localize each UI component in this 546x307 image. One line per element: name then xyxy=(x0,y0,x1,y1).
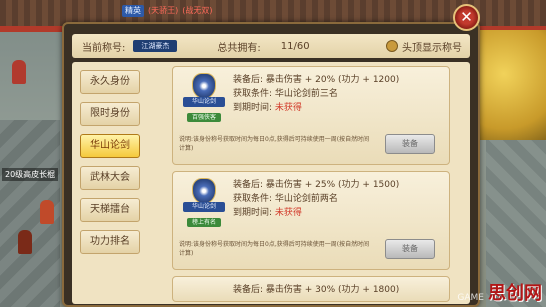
close-button[interactable]: ✕ xyxy=(453,4,480,31)
badge-sub: 榜上有名 xyxy=(187,218,221,227)
title-note: 说明:该身份称号获取时间为每日0点,获得后可持续使用一周(按自然时间计算) xyxy=(179,241,370,257)
title-fields: 装备后: 暴击伤害 + 30% (功力 + 1800) xyxy=(233,283,443,297)
equip-label: 装备后: xyxy=(233,285,264,295)
expire-label: 到期时间: xyxy=(233,103,273,113)
cond-value: 华山论剑前两名 xyxy=(274,194,338,204)
equip-button[interactable]: 装备 xyxy=(385,134,435,154)
toggle-checkbox-icon[interactable] xyxy=(386,40,398,52)
panel-header: 当前称号: 江湖豪杰 总共拥有: 11/60 头顶显示称号 xyxy=(72,34,470,58)
panel-content: 永久身份 限时身份 华山论剑 武林大会 天梯擂台 功力排名 华山论剑 百强侠客 … xyxy=(72,62,470,304)
title-panel: 当前称号: 江湖豪杰 总共拥有: 11/60 头顶显示称号 永久身份 限时身份 … xyxy=(62,22,480,307)
expire-label: 到期时间: xyxy=(233,208,273,218)
equip-label: 装备后: xyxy=(233,180,264,190)
expire-value: 未获得 xyxy=(274,208,302,218)
equip-value: 暴击伤害 + 25% (功力 + 1500) xyxy=(265,180,400,190)
title-fields: 装备后: 暴击伤害 + 25% (功力 + 1500) 获取条件: 华山论剑前两… xyxy=(233,178,443,220)
equip-value: 暴击伤害 + 30% (功力 + 1800) xyxy=(265,285,400,295)
title-fields: 装备后: 暴击伤害 + 20% (功力 + 1200) 获取条件: 华山论剑前三… xyxy=(233,73,443,115)
cond-label: 获取条件: xyxy=(233,194,273,204)
golden-tree xyxy=(476,30,546,140)
watermark-logo: 思创网 xyxy=(488,283,542,304)
tab-ladder[interactable]: 天梯擂台 xyxy=(80,198,140,222)
shield-icon xyxy=(192,73,216,99)
tab-wulin[interactable]: 武林大会 xyxy=(80,166,140,190)
equip-value: 暴击伤害 + 20% (功力 + 1200) xyxy=(265,75,400,85)
player-name-1: (天骄王) xyxy=(148,6,179,15)
shield-icon xyxy=(192,178,216,204)
npc-character[interactable] xyxy=(18,230,32,254)
total-label: 总共拥有: xyxy=(217,42,261,54)
show-title-toggle[interactable]: 头顶显示称号 xyxy=(386,39,462,54)
player-character[interactable] xyxy=(12,60,26,84)
title-count: 11/60 xyxy=(280,40,310,52)
tab-huashan[interactable]: 华山论剑 xyxy=(80,134,140,158)
expire-value: 未获得 xyxy=(274,103,302,113)
watermark-sub: GAME xyxy=(457,293,484,303)
close-icon: ✕ xyxy=(460,8,473,26)
title-card: 华山论剑 百强侠客 装备后: 暴击伤害 + 20% (功力 + 1200) 获取… xyxy=(172,66,450,165)
badge-sub: 百强侠客 xyxy=(187,113,221,122)
title-card: 华山论剑 榜上有名 装备后: 暴击伤害 + 25% (功力 + 1500) 获取… xyxy=(172,171,450,270)
current-title-badge: 江湖豪杰 xyxy=(133,40,178,52)
cond-label: 获取条件: xyxy=(233,89,273,99)
tab-limited[interactable]: 限时身份 xyxy=(80,102,140,126)
current-title-label: 当前称号: xyxy=(82,42,126,54)
cond-value: 华山论剑前三名 xyxy=(274,89,338,99)
badge-banner: 华山论剑 xyxy=(183,202,225,212)
player-tag: 精英 xyxy=(122,5,144,17)
equip-label: 装备后: xyxy=(233,75,264,85)
badge-banner: 华山论剑 xyxy=(183,97,225,107)
tab-power-rank[interactable]: 功力排名 xyxy=(80,230,140,254)
npc-character-2[interactable] xyxy=(40,200,54,224)
equip-button[interactable]: 装备 xyxy=(385,239,435,259)
title-badge-icon: 华山论剑 百强侠客 xyxy=(181,73,227,135)
tab-permanent[interactable]: 永久身份 xyxy=(80,70,140,94)
player-name-bar: 精英 (天骄王) (战无双) xyxy=(122,5,213,17)
title-badge-icon: 华山论剑 榜上有名 xyxy=(181,178,227,240)
title-list[interactable]: 华山论剑 百强侠客 装备后: 暴击伤害 + 20% (功力 + 1200) 获取… xyxy=(172,66,462,304)
title-card: 装备后: 暴击伤害 + 30% (功力 + 1800) xyxy=(172,276,450,302)
player-name-2: (战无双) xyxy=(182,6,213,15)
show-title-label: 头顶显示称号 xyxy=(402,42,462,54)
title-note: 说明:该身份称号获取时间为每日0点,获得后可持续使用一周(按自然时间计算) xyxy=(179,136,370,152)
npc-name-label: 20级高皮长棍 xyxy=(2,168,59,181)
category-sidebar: 永久身份 限时身份 华山论剑 武林大会 天梯擂台 功力排名 xyxy=(80,70,140,262)
